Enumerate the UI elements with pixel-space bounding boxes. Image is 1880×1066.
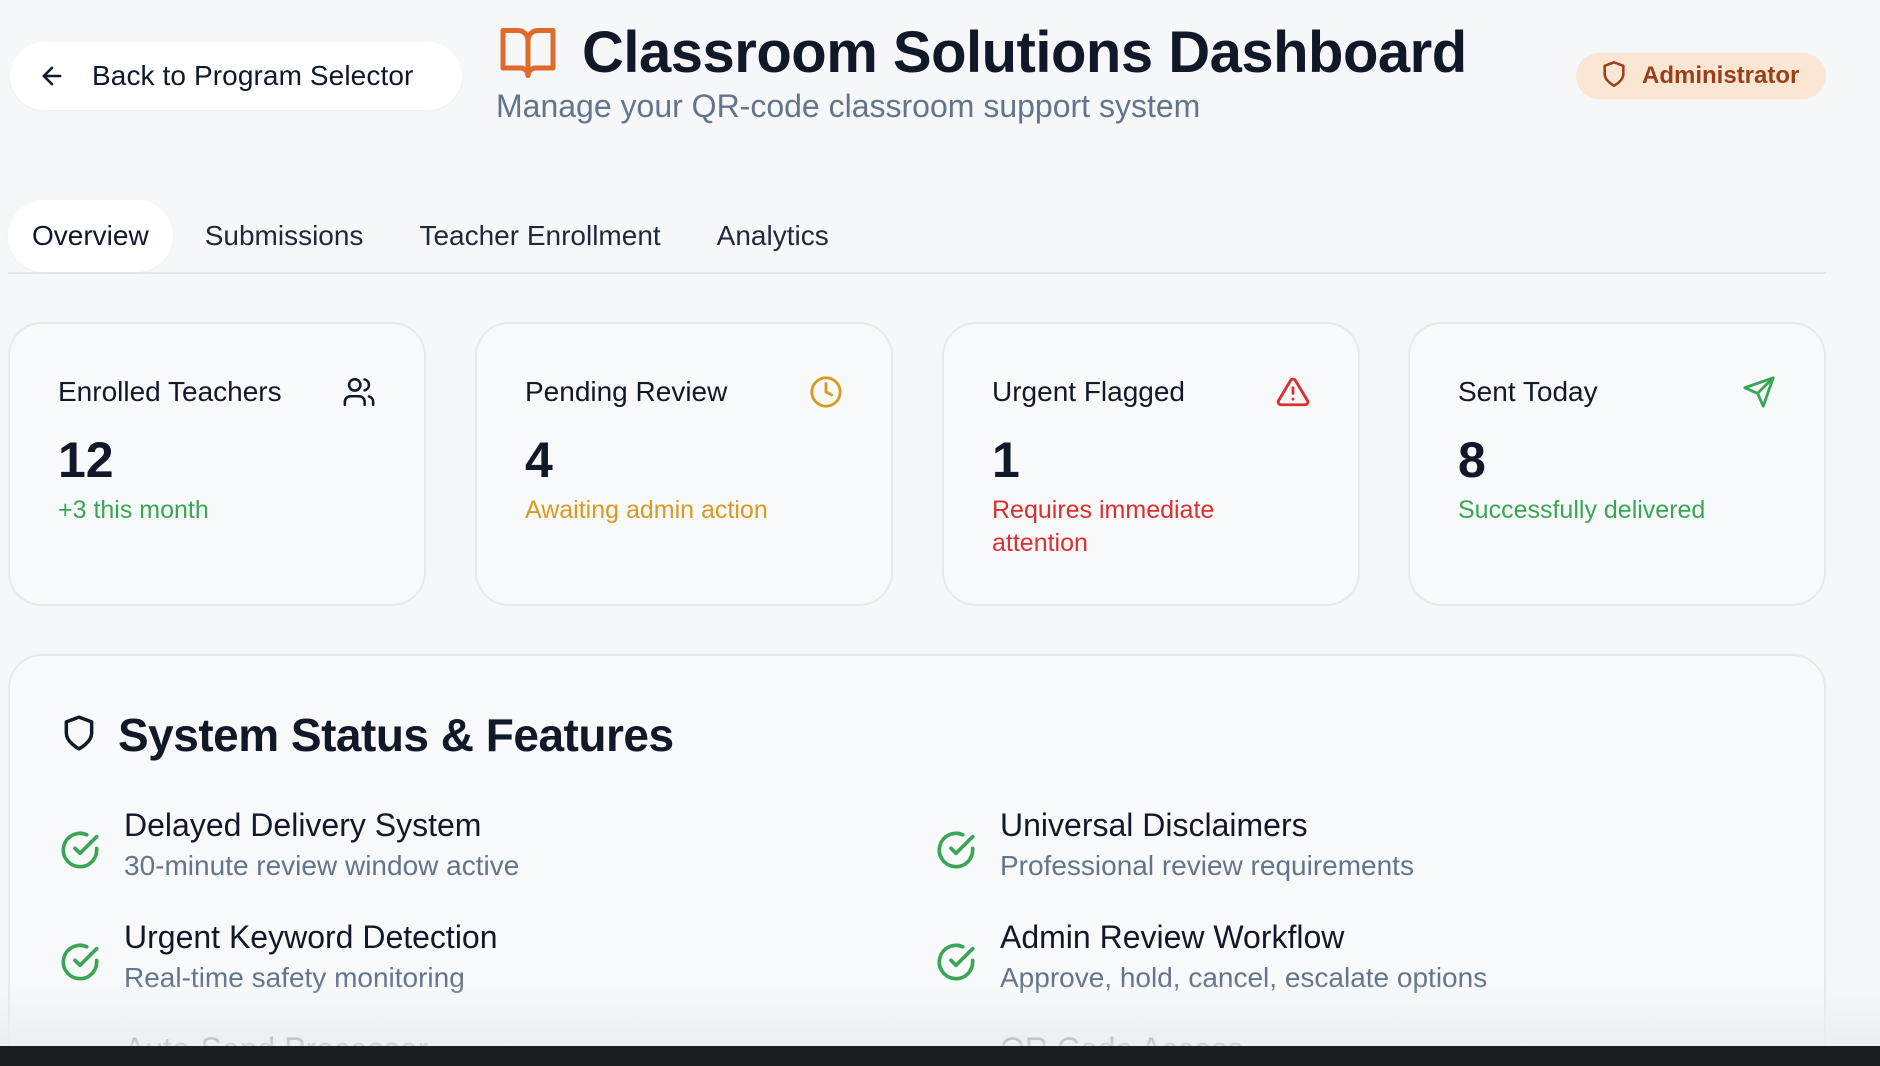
feature-title: Admin Review Workflow: [1000, 919, 1345, 955]
feature-title: Delayed Delivery System: [124, 807, 482, 843]
stat-label: Enrolled Teachers: [58, 376, 282, 407]
feature-desc: Approve, hold, cancel, escalate options: [1000, 962, 1488, 993]
system-status-title: System Status & Features: [118, 709, 674, 761]
page-title: Classroom Solutions Dashboard: [582, 20, 1467, 85]
system-status-header: System Status & Features: [60, 708, 674, 762]
page-header: Classroom Solutions Dashboard Manage you…: [496, 18, 1467, 126]
stat-label: Urgent Flagged: [992, 376, 1186, 407]
feature-desc: 30-minute review window active: [124, 850, 520, 881]
stat-note: Awaiting admin action: [525, 496, 768, 524]
stat-card-enrolled-teachers: Enrolled Teachers 12 +3 this month: [8, 322, 426, 606]
feature-desc: Professional review requirements: [1000, 850, 1414, 881]
users-icon: [342, 375, 376, 409]
stat-note: +3 this month: [58, 496, 209, 524]
page-subtitle: Manage your QR-code classroom support sy…: [496, 88, 1201, 124]
feature-item: Admin Review Workflow Approve, hold, can…: [936, 916, 1487, 998]
tab-bar: Overview Submissions Teacher Enrollment …: [8, 200, 1826, 274]
stat-value: 4: [525, 432, 553, 488]
stat-label: Pending Review: [525, 376, 728, 407]
check-circle-icon: [60, 830, 100, 870]
stats-cards: Enrolled Teachers 12 +3 this month Pendi…: [8, 322, 1826, 606]
stat-note: Successfully delivered: [1458, 496, 1706, 524]
stat-value: 8: [1458, 432, 1486, 488]
feature-item: Urgent Keyword Detection Real-time safet…: [60, 916, 498, 998]
feature-title: Universal Disclaimers: [1000, 807, 1308, 843]
tab-teacher-enrollment[interactable]: Teacher Enrollment: [395, 200, 684, 272]
dashboard-page: Back to Program Selector Classroom Solut…: [0, 0, 1880, 1066]
stat-label: Sent Today: [1458, 376, 1598, 407]
stat-card-urgent-flagged: Urgent Flagged 1 Requires immediate atte…: [942, 322, 1360, 606]
role-badge: Administrator: [1576, 53, 1826, 99]
feature-title: Urgent Keyword Detection: [124, 919, 498, 955]
feature-item: Universal Disclaimers Professional revie…: [936, 804, 1414, 886]
stat-card-pending-review: Pending Review 4 Awaiting admin action: [475, 322, 893, 606]
clock-icon: [809, 375, 843, 409]
stat-value: 12: [58, 432, 114, 488]
arrow-left-icon: [36, 60, 68, 92]
role-label: Administrator: [1642, 62, 1800, 89]
shield-icon: [1600, 60, 1628, 93]
tab-submissions[interactable]: Submissions: [181, 200, 388, 272]
feature-desc: Real-time safety monitoring: [124, 962, 465, 993]
feature-item: Delayed Delivery System 30-minute review…: [60, 804, 519, 886]
book-open-icon: [496, 23, 560, 83]
shield-icon: [60, 714, 98, 757]
back-to-program-selector-button[interactable]: Back to Program Selector: [10, 42, 462, 110]
check-circle-icon: [936, 830, 976, 870]
alert-triangle-icon: [1276, 375, 1310, 409]
system-status-panel: System Status & Features Delayed Deliver…: [8, 654, 1826, 1066]
back-button-label: Back to Program Selector: [92, 60, 414, 91]
stat-note: Requires immediate attention: [992, 496, 1215, 557]
check-circle-icon: [936, 942, 976, 982]
tab-overview[interactable]: Overview: [8, 200, 173, 272]
send-icon: [1742, 375, 1776, 409]
stat-value: 1: [992, 432, 1020, 488]
tab-analytics[interactable]: Analytics: [693, 200, 853, 272]
stat-card-sent-today: Sent Today 8 Successfully delivered: [1408, 322, 1826, 606]
window-bottom-edge: [0, 1046, 1880, 1066]
check-circle-icon: [60, 942, 100, 982]
